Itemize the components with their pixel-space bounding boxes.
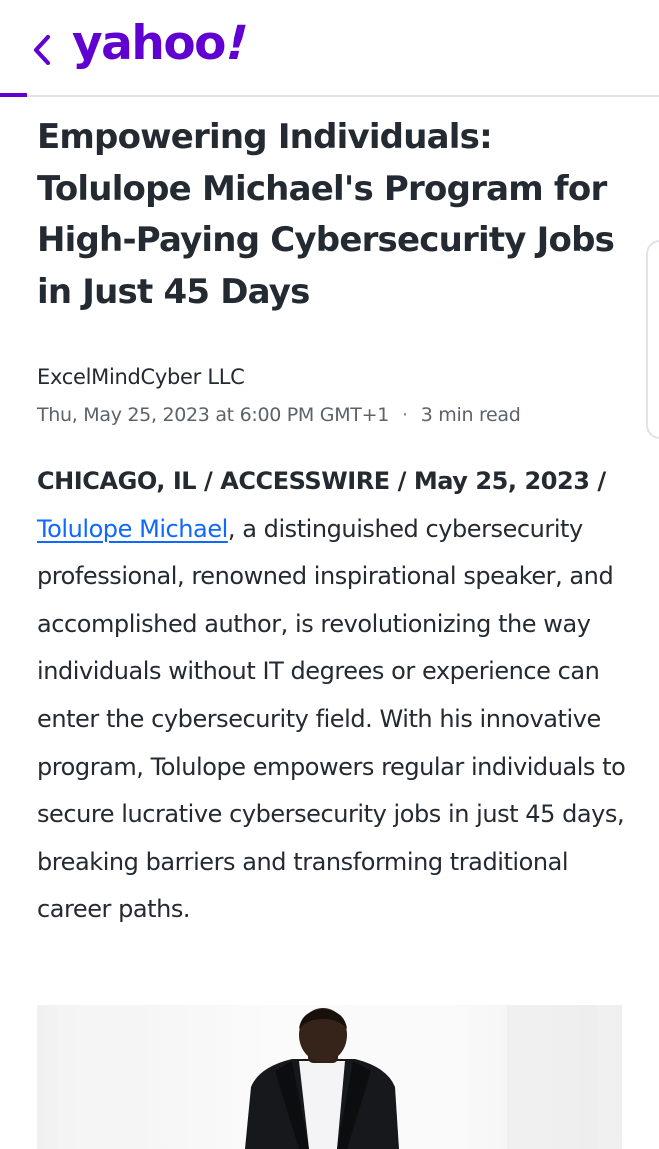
article-provider[interactable]: ExcelMindCyber LLC xyxy=(37,365,245,389)
chevron-left-icon xyxy=(33,34,51,66)
article-dateline: CHICAGO, IL / ACCESSWIRE / May 25, 2023 … xyxy=(37,467,606,495)
read-time: 3 min read xyxy=(420,404,521,426)
hero-image[interactable] xyxy=(37,1005,622,1149)
meta-separator: · xyxy=(402,404,408,426)
man-in-suit-photo xyxy=(57,1005,597,1149)
active-indicator xyxy=(0,93,27,97)
article-body: CHICAGO, IL / ACCESSWIRE / May 25, 2023 … xyxy=(37,458,627,934)
article-meta: Thu, May 25, 2023 at 6:00 PM GMT+1 · 3 min… xyxy=(37,404,521,426)
app-header: yahoo! xyxy=(0,0,659,97)
article-title: Empowering Individuals: Tolulope Michael… xyxy=(37,117,615,312)
publish-date: Thu, May 25, 2023 at 6:00 PM GMT+1 xyxy=(37,404,389,426)
back-button[interactable] xyxy=(22,28,62,72)
yahoo-logo[interactable]: yahoo! xyxy=(72,14,253,74)
author-link[interactable]: Tolulope Michael xyxy=(37,515,228,543)
logo-wordmark: yahoo xyxy=(72,16,226,71)
body-text: , a distinguished cybersecurity professi… xyxy=(37,514,626,924)
side-panel-handle[interactable] xyxy=(646,240,659,439)
